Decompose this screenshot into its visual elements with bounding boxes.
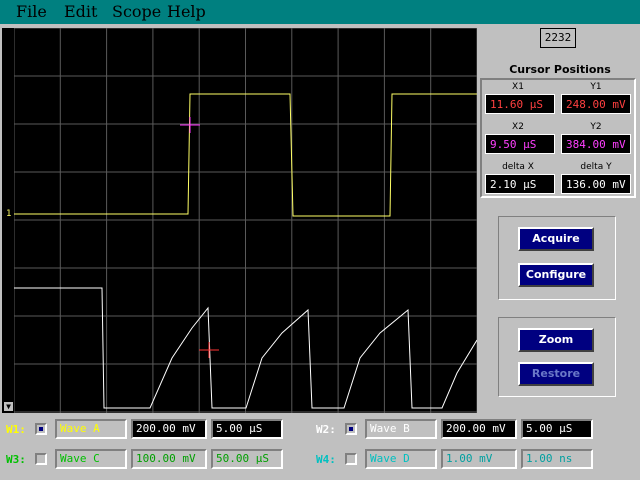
w1-volts-field[interactable]: 200.00 mV [131, 419, 207, 439]
menu-edit[interactable]: Edit [64, 2, 97, 21]
w3-volts-field[interactable]: 100.00 mV [131, 449, 207, 469]
sample-counter: 2232 [540, 28, 576, 48]
channel-1-marker: 1 [6, 209, 12, 219]
configure-button[interactable]: Configure [518, 263, 594, 287]
y1-value: 248.00 mV [561, 94, 631, 114]
menu-bar: File Edit Scope Help [0, 0, 640, 24]
cursor-positions-panel: X1 Y1 11.60 µS 248.00 mV X2 Y2 9.50 µS 3… [480, 78, 636, 198]
w1-time-field[interactable]: 5.00 µS [211, 419, 283, 439]
scope-graticule [13, 28, 477, 413]
w1-checkbox[interactable] [35, 423, 47, 435]
delta-x-value: 2.10 µS [485, 174, 555, 194]
w1-label: W1: [6, 423, 26, 436]
w4-volts-field[interactable]: 1.00 mV [441, 449, 517, 469]
y2-value: 384.00 mV [561, 134, 631, 154]
cursor-x1-marker[interactable] [199, 342, 219, 358]
delta-y-value: 136.00 mV [561, 174, 631, 194]
scope-display[interactable]: ▼ 1 [2, 28, 477, 413]
menu-help[interactable]: Help [167, 2, 206, 21]
w3-checkbox[interactable] [35, 453, 47, 465]
w4-label: W4: [316, 453, 336, 466]
restore-button[interactable]: Restore [518, 362, 594, 386]
y1-label: Y1 [590, 82, 602, 92]
delta-x-label: delta X [502, 162, 534, 172]
x2-label: X2 [512, 122, 524, 132]
scroll-down-arrow-icon[interactable]: ▼ [4, 402, 13, 411]
menu-file[interactable]: File [16, 2, 47, 21]
acquire-button[interactable]: Acquire [518, 227, 594, 251]
zoom-button[interactable]: Zoom [518, 328, 594, 352]
cursor-positions-title: Cursor Positions [509, 63, 611, 76]
menu-scope[interactable]: Scope [112, 2, 161, 21]
w1-name-field[interactable]: Wave A [55, 419, 127, 439]
x1-label: X1 [512, 82, 524, 92]
w4-checkbox[interactable] [345, 453, 357, 465]
w3-name-field[interactable]: Wave C [55, 449, 127, 469]
w2-volts-field[interactable]: 200.00 mV [441, 419, 517, 439]
x2-value: 9.50 µS [485, 134, 555, 154]
vertical-scrollbar[interactable]: ▼ [2, 28, 14, 413]
w4-name-field[interactable]: Wave D [365, 449, 437, 469]
w3-time-field[interactable]: 50.00 µS [211, 449, 283, 469]
w2-time-field[interactable]: 5.00 µS [521, 419, 593, 439]
w2-checkbox[interactable] [345, 423, 357, 435]
x1-value: 11.60 µS [485, 94, 555, 114]
w2-name-field[interactable]: Wave B [365, 419, 437, 439]
w4-time-field[interactable]: 1.00 ns [521, 449, 593, 469]
w3-label: W3: [6, 453, 26, 466]
cursor-x2-marker[interactable] [180, 117, 200, 133]
y2-label: Y2 [590, 122, 602, 132]
delta-y-label: delta Y [580, 162, 612, 172]
w2-label: W2: [316, 423, 336, 436]
